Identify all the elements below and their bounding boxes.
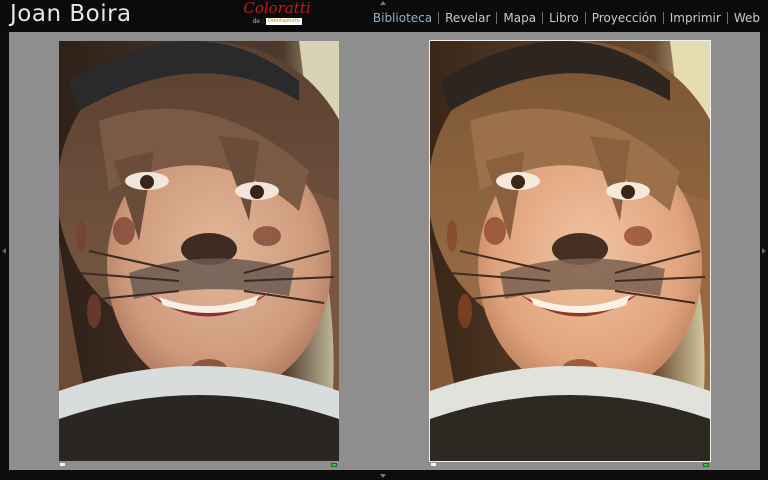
collapse-left-panel-icon[interactable] xyxy=(2,248,6,254)
module-separator xyxy=(662,12,664,24)
module-mapa[interactable]: Mapa xyxy=(501,11,538,25)
compare-after-photo[interactable] xyxy=(429,40,711,462)
module-picker: Biblioteca Revelar Mapa Libro Proyección Impr… xyxy=(371,11,762,25)
collapse-top-panel-icon[interactable] xyxy=(380,1,386,5)
before-flag-icon[interactable] xyxy=(331,463,337,467)
module-separator xyxy=(584,12,586,24)
brand-sub: de : Orentephoto xyxy=(242,17,312,26)
module-separator xyxy=(438,12,440,24)
module-separator xyxy=(726,12,728,24)
module-proyeccion[interactable]: Proyección xyxy=(590,11,659,25)
module-web[interactable]: Web xyxy=(732,11,762,25)
collapse-right-panel-icon[interactable] xyxy=(762,248,766,254)
module-biblioteca[interactable]: Biblioteca xyxy=(371,11,434,25)
module-libro[interactable]: Libro xyxy=(547,11,581,25)
before-select-indicator xyxy=(60,463,65,466)
module-separator xyxy=(542,12,544,24)
module-imprimir[interactable]: Imprimir xyxy=(668,11,723,25)
collapse-bottom-panel-icon[interactable] xyxy=(380,474,386,478)
brand-name: Coloratti xyxy=(243,0,311,17)
compare-before-photo[interactable] xyxy=(59,41,339,461)
before-photo-image xyxy=(59,41,339,461)
brand-logo: Coloratti de : Orentephoto xyxy=(242,0,312,26)
after-photo-image xyxy=(430,41,710,461)
brand-tag: Orentephoto xyxy=(265,18,302,25)
after-flag-icon[interactable] xyxy=(703,463,709,467)
after-select-indicator xyxy=(431,463,436,466)
module-revelar[interactable]: Revelar xyxy=(443,11,492,25)
brand-by: de : xyxy=(252,18,264,25)
module-separator xyxy=(496,12,498,24)
top-panel: Joan Boira Coloratti de : Orentephoto Bib… xyxy=(0,0,768,32)
identity-plate: Joan Boira xyxy=(10,1,132,27)
